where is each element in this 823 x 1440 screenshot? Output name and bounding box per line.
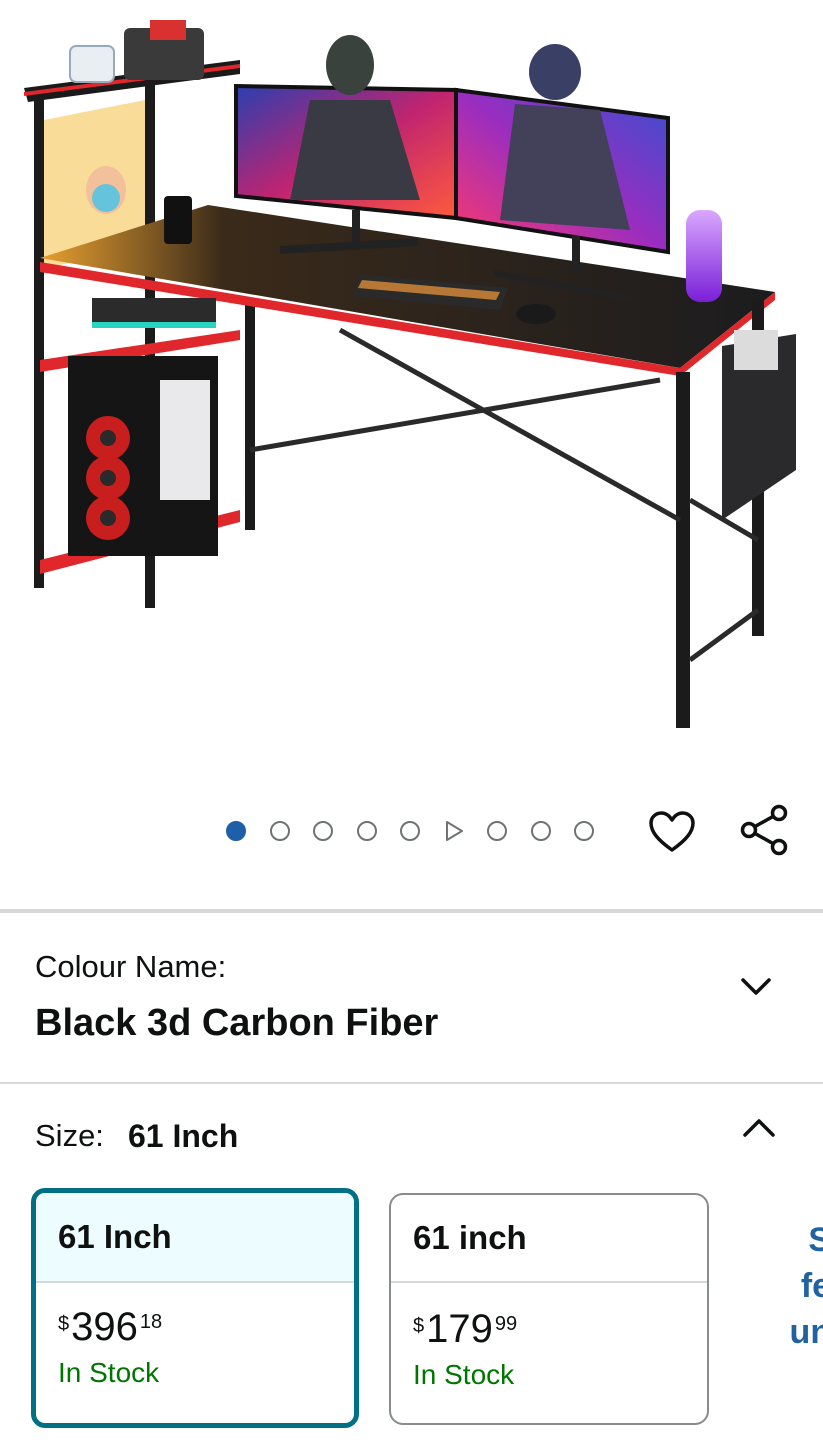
- chevron-up-icon[interactable]: [740, 1108, 778, 1146]
- carousel-dot-active[interactable]: [226, 821, 246, 841]
- see-more-line: o: [770, 1355, 823, 1401]
- share-icon: [740, 804, 788, 856]
- chevron-down-icon[interactable]: [738, 969, 774, 1005]
- share-button[interactable]: [736, 802, 792, 858]
- colour-value: Black 3d Carbon Fiber: [35, 1002, 439, 1044]
- see-more-line: fea: [800, 1267, 823, 1305]
- price-fraction: 18: [139, 1311, 163, 1333]
- carousel-dot[interactable]: [269, 821, 290, 841]
- heart-icon: [649, 811, 695, 852]
- carousel-dot[interactable]: [487, 821, 507, 841]
- product-page: Colour Name: Black 3d Carbon Fiber Size:…: [0, 0, 823, 1440]
- size-option-price: $ 179 99: [391, 1307, 707, 1351]
- size-option[interactable]: 61 inch $ 179 99 In Stock: [389, 1193, 709, 1425]
- stock-status: In Stock: [413, 1359, 515, 1390]
- size-selector-header[interactable]: Size: 61 Inch: [0, 1084, 823, 1184]
- size-option-selected[interactable]: 61 Inch $ 396 18 In Stock: [31, 1188, 359, 1428]
- price-whole: 396: [71, 1305, 138, 1349]
- colour-label: Colour Name:: [35, 949, 227, 984]
- price-whole: 179: [426, 1307, 493, 1351]
- add-to-wishlist-button[interactable]: [646, 806, 698, 858]
- carousel-dot[interactable]: [574, 821, 594, 841]
- carousel-dot[interactable]: [356, 821, 377, 841]
- image-carousel-indicator[interactable]: [226, 818, 594, 844]
- video-play-icon[interactable]: [444, 820, 464, 842]
- size-option-name: 61 inch: [391, 1195, 707, 1283]
- see-more-line: una: [789, 1313, 823, 1351]
- size-option-name: 61 Inch: [36, 1193, 354, 1283]
- colour-selector[interactable]: Colour Name: Black 3d Carbon Fiber: [0, 913, 823, 1082]
- carousel-dot[interactable]: [530, 821, 551, 841]
- product-image[interactable]: [0, 0, 823, 760]
- price-fraction: 99: [494, 1313, 518, 1335]
- stock-status: In Stock: [58, 1357, 160, 1388]
- see-more-options-link[interactable]: Se fea una o: [770, 1217, 823, 1401]
- see-more-line: Se: [808, 1221, 823, 1259]
- size-value: 61 Inch: [128, 1118, 239, 1154]
- size-label: Size:: [35, 1118, 104, 1153]
- price-currency: $: [58, 1313, 70, 1335]
- price-currency: $: [413, 1315, 425, 1337]
- size-option-price: $ 396 18: [36, 1305, 354, 1349]
- carousel-dot[interactable]: [313, 821, 333, 841]
- carousel-dot[interactable]: [400, 821, 420, 841]
